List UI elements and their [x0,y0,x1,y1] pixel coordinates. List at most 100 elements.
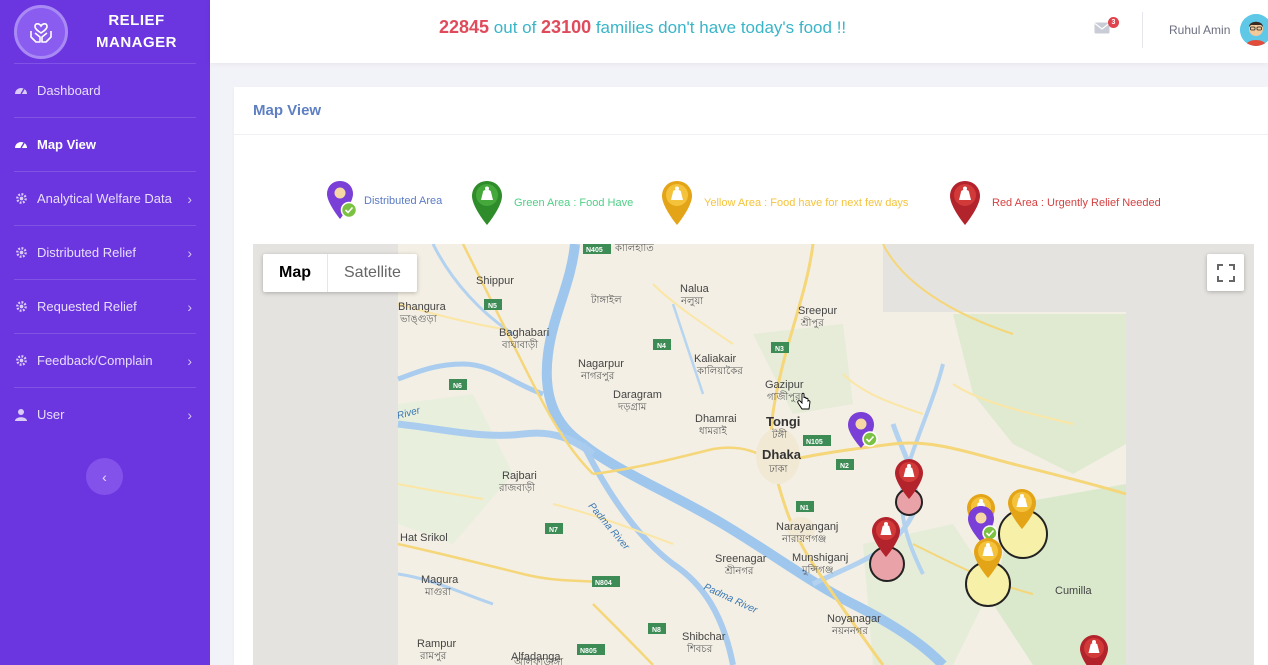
dashboard-icon [14,138,28,152]
place-rajbari: Rajbari [502,470,537,482]
road-n405-shield: N405 [583,244,611,254]
sidebar: RELIEF MANAGER Dashboard Map View Analytic… [0,0,210,665]
headline-suffix: families don't have today's food !! [591,18,847,37]
sidebar-item-label: Feedback/Complain [37,353,153,368]
place-nalua-bn: নলুয়া [680,296,704,307]
app-title-line1: RELIEF [108,11,165,29]
svg-text:N105: N105 [806,439,823,446]
collapse-sidebar-button[interactable]: ‹ [86,458,123,495]
page-title: Map View [253,102,322,119]
chevron-right-icon: › [187,352,192,369]
road-n8-shield: N8 [648,623,666,634]
svg-text:N6: N6 [453,383,462,390]
green-pin-icon [472,181,502,225]
food-status-headline: 22845 out of 23100 families don't have t… [439,17,846,38]
sidebar-item-label: Analytical Welfare Data [37,191,172,206]
place-alfadanga-bn: আলফাডাঙ্গা [513,657,564,665]
map-type-map-button[interactable]: Map [263,254,327,292]
place-sreepur-bn: শ্রীপুর [800,316,824,329]
families-without-food-count: 22845 [439,17,490,37]
place-sreenagar: Sreenagar [715,553,767,565]
svg-text:N4: N4 [657,343,666,350]
map-legend: Distributed Area Green Area : Food Have … [234,179,1268,227]
sidebar-item-label: Distributed Relief [37,245,136,260]
sidebar-item-user[interactable]: User › [14,387,196,441]
legend-label-yellow: Yellow Area : Food have for next few day… [704,197,909,209]
dashboard-icon [14,84,28,98]
user-name[interactable]: Ruhul Amin [1169,23,1230,37]
place-magura-bn: মাগুরা [424,587,452,598]
place-bhangura: Bhangura [398,301,447,313]
legend-label-distributed: Distributed Area [364,195,443,207]
svg-text:N805: N805 [580,648,597,655]
legend-label-red: Red Area : Urgently Relief Needed [992,197,1161,209]
sidebar-item-analytical-welfare-data[interactable]: Analytical Welfare Data › [14,171,196,225]
svg-text:N5: N5 [488,303,497,310]
hands-heart-logo-icon[interactable] [14,4,68,59]
place-narayanganj: Narayanganj [776,521,838,533]
road-n105-shield: N105 [803,435,831,446]
svg-text:N804: N804 [595,580,612,587]
place-magura: Magura [421,574,459,586]
place-nalua: Nalua [680,283,710,295]
road-n4-shield: N4 [653,339,671,350]
place-narayanganj-bn: নারায়ণগঞ্জ [781,534,826,545]
gear-icon [14,300,28,314]
place-rajbari-bn: রাজবাড়ী [498,481,535,494]
place-gazipur: Gazipur [765,379,804,391]
sidebar-item-distributed-relief[interactable]: Distributed Relief › [14,225,196,279]
user-icon [14,408,28,422]
sidebar-item-feedback-complain[interactable]: Feedback/Complain › [14,333,196,387]
legend-item-red: Red Area : Urgently Relief Needed [948,179,1161,227]
brand: RELIEF MANAGER [0,0,210,63]
place-gazipur-bn: গাজীপুর [767,390,801,403]
svg-text:N3: N3 [775,346,784,353]
place-nagarpur: Nagarpur [578,358,624,370]
gear-icon [14,192,28,206]
map-type-satellite-button[interactable]: Satellite [327,254,417,292]
avatar[interactable] [1240,14,1268,46]
relief-map[interactable]: N405 N5 N4 N3 N6 N105 N2 N1 N7 N8 N804 N… [253,244,1254,665]
chevron-left-icon: ‹ [102,468,107,485]
map-canvas[interactable]: N405 N5 N4 N3 N6 N105 N2 N1 N7 N8 N804 N… [253,244,1254,665]
road-n804-shield: N804 [592,576,620,587]
sidebar-item-requested-relief[interactable]: Requested Relief › [14,279,196,333]
chevron-right-icon: › [187,190,192,207]
road-n5-shield: N5 [484,299,502,310]
place-shibchar: Shibchar [682,631,726,643]
sidebar-item-map-view[interactable]: Map View [14,117,196,171]
sidebar-item-label: Requested Relief [37,299,137,314]
gear-icon [14,354,28,368]
place-kaliahati-bn: কালিহাতি [614,244,654,254]
place-nagarpur-bn: নাগরপুর [580,371,615,382]
red-pin-icon [950,181,980,225]
place-rampur: Rampur [417,638,456,650]
place-shibchar-bn: শিবচর [686,643,713,655]
out-of-text: out of [489,18,542,37]
sidebar-item-label: Dashboard [37,83,101,98]
fullscreen-icon [1216,263,1235,282]
place-kaliakair-bn: কালিয়াকৈর [696,365,743,377]
svg-text:N405: N405 [586,247,603,254]
fullscreen-button[interactable] [1207,254,1244,291]
place-shippur: Shippur [476,275,514,287]
gear-icon [14,246,28,260]
svg-text:N1: N1 [800,505,809,512]
place-sreepur: Sreepur [798,305,837,317]
road-n2-shield: N2 [836,459,854,470]
place-sreenagar-bn: শ্রীনগর [724,564,754,577]
road-n6-shield: N6 [449,379,467,390]
place-munshiganj-bn: মুন্সিগঞ্জ [801,564,833,576]
place-rampur-bn: রামপুর [419,651,447,662]
map-view-panel: Map View Distributed Area Green Area : F… [234,87,1268,665]
place-dhaka: Dhaka [762,447,802,462]
place-bhangura-bn: ভাঙ্গুড়া [399,314,438,325]
purple-check-pin-icon [327,181,358,219]
place-tongi: Tongi [766,414,800,429]
header-divider [1142,12,1143,48]
red-pin-icon[interactable] [1080,635,1108,665]
place-tongi-bn: টঙ্গী [771,428,787,441]
legend-label-green: Green Area : Food Have [514,197,634,209]
sidebar-item-dashboard[interactable]: Dashboard [14,63,196,117]
map-type-control: Map Satellite [263,254,417,292]
